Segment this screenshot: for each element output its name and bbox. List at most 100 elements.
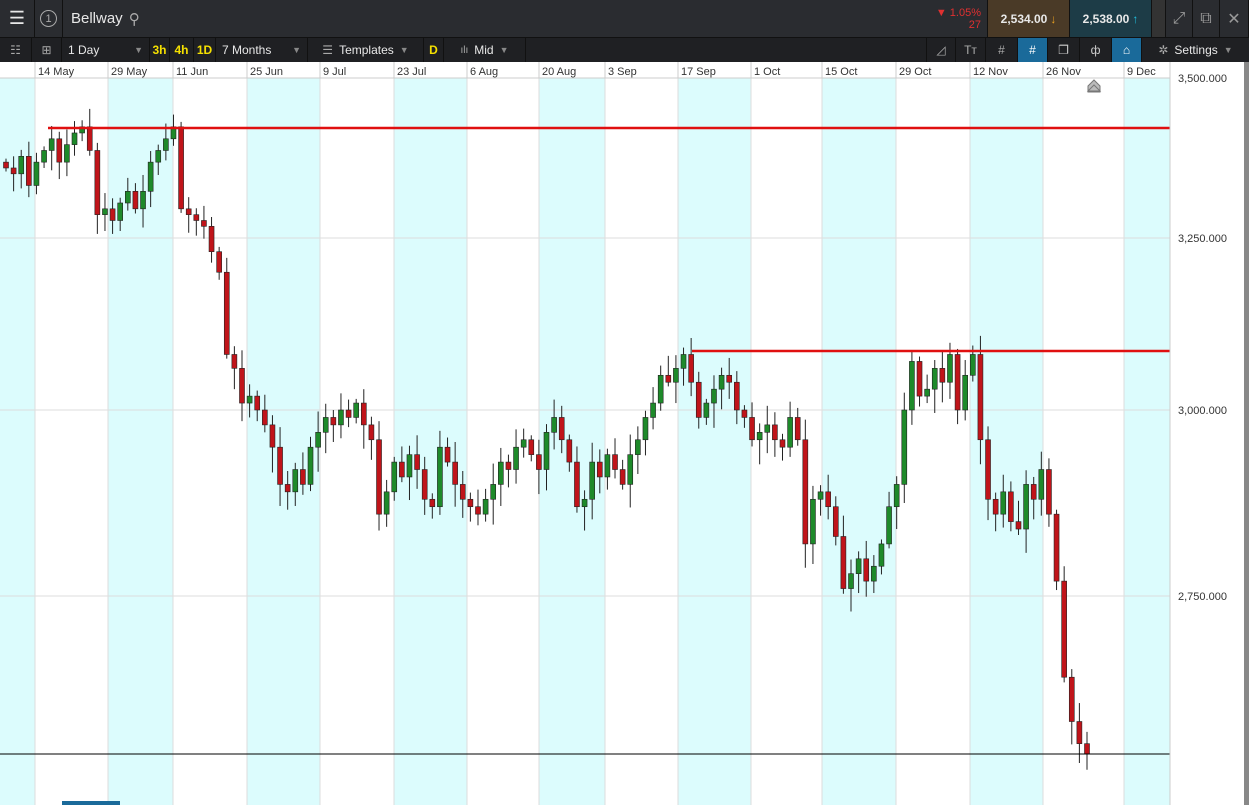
candle — [360, 389, 367, 449]
candle-body — [977, 354, 984, 441]
candle — [185, 197, 192, 233]
slot-number: 1 — [40, 10, 57, 27]
candle-body — [619, 469, 626, 485]
candle-body — [132, 191, 139, 210]
candle-body — [193, 214, 200, 221]
text-tool-icon[interactable]: Tт — [956, 38, 986, 62]
candle-body — [513, 446, 519, 470]
interval-1d[interactable]: 1D — [194, 38, 216, 62]
maximize-icon[interactable]: ⤢ — [1166, 0, 1193, 37]
candle — [178, 121, 184, 213]
candle-body — [810, 498, 816, 545]
candle-body — [147, 161, 154, 192]
search-icon[interactable]: ⚲ — [129, 10, 140, 28]
candle-body — [505, 461, 512, 470]
candle-body — [94, 150, 101, 215]
range-value: 7 Months — [222, 43, 272, 57]
candle-body — [848, 573, 854, 589]
chart-band — [394, 78, 467, 805]
close-icon[interactable]: ✕ — [1220, 0, 1249, 37]
candle-body — [970, 354, 976, 376]
candle-body — [315, 432, 321, 448]
chart-toolbar: ☷ ⊞ 1 Day ▼ 3h 4h 1D 7 Months ▼ ☰ Templates… — [0, 38, 1249, 62]
interval-select[interactable]: 1 Day ▼ — [62, 38, 150, 62]
candle — [201, 205, 207, 239]
candle-body — [1084, 743, 1090, 755]
candle — [338, 393, 344, 439]
candle-body — [901, 409, 908, 485]
d-button[interactable]: D — [424, 38, 444, 62]
indicator-icon[interactable]: ф — [1080, 38, 1112, 62]
trendline-icon[interactable]: ◿ — [926, 38, 956, 62]
candle — [810, 485, 816, 565]
candle-body — [612, 454, 618, 470]
sell-button[interactable]: 2,534.00 ↓ — [988, 0, 1070, 37]
label-tag-icon[interactable]: ⌂ — [1112, 38, 1142, 62]
candle — [756, 423, 763, 465]
grid-edit-icon[interactable]: # — [1018, 38, 1048, 62]
candle-body — [863, 558, 870, 582]
settings-button[interactable]: ✲ Settings ▼ — [1142, 38, 1249, 62]
candle-body — [1053, 513, 1060, 582]
candle-body — [467, 498, 474, 508]
buy-button[interactable]: 2,538.00 ↑ — [1070, 0, 1152, 37]
slot-button[interactable]: 1 — [35, 0, 63, 37]
layout-icon[interactable]: ⊞ — [32, 38, 62, 62]
candle-body — [627, 454, 634, 485]
menu-icon[interactable]: ☰ — [0, 0, 35, 37]
scroll-to-latest-icon[interactable] — [1086, 79, 1102, 93]
candle — [513, 429, 519, 484]
candle — [802, 419, 809, 568]
candle-body — [832, 506, 839, 537]
candle-body — [1046, 469, 1052, 515]
interval-4h[interactable]: 4h — [170, 38, 194, 62]
candle-body — [109, 208, 116, 221]
candle-body — [893, 484, 900, 508]
candle-body — [368, 424, 375, 441]
candle-body — [817, 491, 824, 500]
candle-body — [475, 506, 481, 515]
candle — [657, 365, 664, 411]
candle-body — [498, 461, 504, 485]
price-type-select[interactable]: ılı Mid ▼ — [444, 38, 526, 62]
change-indicator: ▼ 1.05% 27 — [922, 0, 988, 37]
horizontal-scrollbar[interactable] — [62, 801, 120, 805]
candle — [41, 146, 47, 168]
candle-body — [163, 138, 169, 151]
candle-body — [262, 409, 268, 426]
candle-body — [338, 409, 344, 426]
candle-body — [558, 417, 565, 441]
popout-icon[interactable]: ⧉ — [1193, 0, 1220, 37]
candle-body — [102, 208, 108, 215]
candle — [86, 108, 93, 156]
grid-icon[interactable]: # — [986, 38, 1018, 62]
candle — [475, 489, 481, 526]
candle — [619, 459, 626, 490]
chart-band — [970, 78, 1043, 805]
price-chart[interactable]: 3,438.5003,085.0002,536.00014 May29 May1… — [0, 62, 1249, 805]
candle — [1084, 731, 1090, 770]
templates-button[interactable]: ☰ Templates ▼ — [308, 38, 424, 62]
range-select[interactable]: 7 Months ▼ — [216, 38, 308, 62]
instrument-name[interactable]: Bellway ⚲ — [63, 0, 153, 37]
candle-body — [536, 454, 542, 470]
interval-3h[interactable]: 3h — [150, 38, 170, 62]
candle-body — [231, 354, 238, 369]
candle — [467, 492, 474, 522]
candle-body — [239, 368, 245, 404]
candle — [939, 350, 946, 403]
y-tick-label: 3,250.000 — [1178, 233, 1227, 245]
candle-body — [1000, 491, 1007, 515]
list-icon[interactable]: ☷ — [0, 38, 32, 62]
candle-body — [992, 498, 999, 515]
candle-body — [794, 417, 801, 441]
candle-body — [284, 484, 291, 493]
candle — [330, 410, 337, 442]
candle — [322, 403, 329, 454]
candle-body — [779, 439, 786, 448]
windows-icon[interactable]: ❐ — [1048, 38, 1080, 62]
candle-body — [764, 424, 771, 433]
candle-body — [322, 417, 329, 433]
candle-body — [886, 506, 892, 545]
candle — [650, 387, 656, 430]
